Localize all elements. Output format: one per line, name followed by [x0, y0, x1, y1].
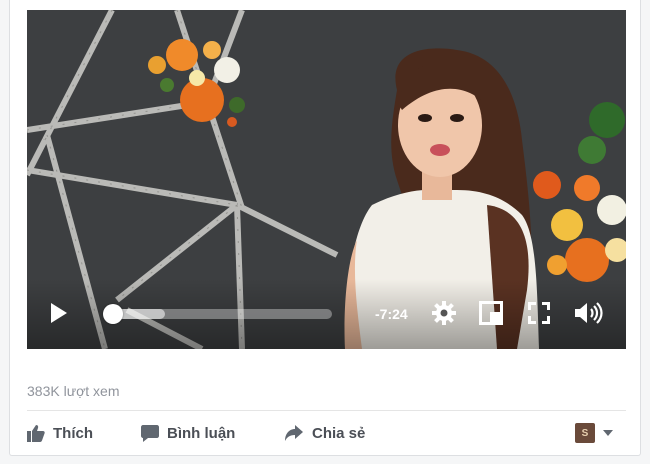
progress-bar[interactable] — [106, 309, 332, 319]
volume-button[interactable] — [574, 300, 604, 326]
chevron-down-icon — [603, 430, 613, 436]
gear-icon — [432, 301, 456, 325]
avatar: S — [575, 423, 595, 443]
thumbs-up-icon — [27, 425, 45, 442]
play-button[interactable] — [49, 302, 69, 324]
share-label: Chia sẻ — [312, 424, 366, 442]
time-remaining: -7:24 — [375, 306, 408, 322]
fullscreen-button[interactable] — [527, 301, 551, 325]
like-label: Thích — [53, 424, 93, 442]
picture-in-picture-icon — [479, 301, 503, 325]
volume-icon — [575, 302, 603, 324]
share-icon — [285, 425, 303, 441]
video-player[interactable]: -7:24 — [27, 10, 626, 349]
like-button[interactable]: Thích — [27, 422, 93, 444]
picture-in-picture-button[interactable] — [479, 301, 503, 325]
comment-label: Bình luận — [167, 424, 236, 442]
comment-button[interactable]: Bình luận — [141, 422, 235, 444]
play-icon — [51, 303, 67, 323]
comment-icon — [141, 425, 159, 442]
fullscreen-icon — [528, 302, 550, 324]
settings-button[interactable] — [431, 300, 457, 326]
view-count: 383K lượt xem — [27, 383, 120, 399]
action-bar: Thích Bình luận Chia sẻ S — [27, 422, 627, 444]
page-selector[interactable]: S — [575, 422, 613, 444]
share-button[interactable]: Chia sẻ — [284, 422, 365, 444]
divider — [27, 410, 626, 411]
avatar-glyph: S — [581, 427, 589, 439]
post-card: -7:24 383K lượt xem Thích Bình luận Chia… — [9, 0, 641, 456]
